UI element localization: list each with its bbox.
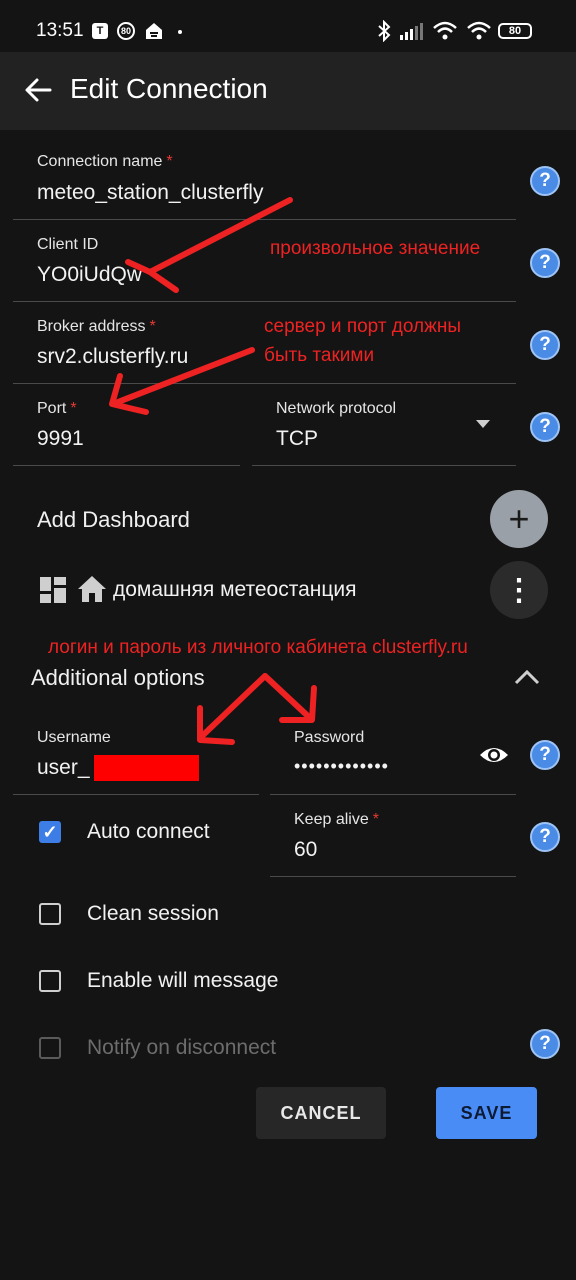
redaction-box — [94, 755, 199, 781]
dashboard-grid-icon — [40, 577, 66, 603]
broker-address-label: Broker address * — [37, 318, 156, 335]
wifi-icon-2 — [467, 21, 491, 40]
dashboard-item-label[interactable]: домашняя метеостанция — [113, 578, 357, 602]
port-label: Port * — [37, 400, 77, 417]
username-underline — [13, 794, 259, 795]
help-icon-broker[interactable]: ? — [530, 330, 560, 360]
network-protocol-label: Network protocol — [276, 400, 397, 417]
client-id-underline — [13, 301, 516, 302]
enable-will-label: Enable will message — [87, 969, 279, 992]
add-dashboard-label: Add Dashboard — [37, 507, 190, 532]
port-underline — [13, 465, 240, 466]
help-icon-notify[interactable]: ? — [530, 1029, 560, 1059]
add-dashboard-button[interactable]: + — [490, 490, 548, 548]
notification-badge-icon: 80 — [117, 22, 135, 40]
arrow-client-id — [147, 197, 293, 275]
home-icon — [78, 576, 106, 602]
dropdown-arrow-icon[interactable] — [475, 419, 491, 429]
clean-session-label: Clean session — [87, 902, 219, 925]
battery-icon: 80 — [498, 23, 532, 39]
client-id-label: Client ID — [37, 236, 99, 253]
broker-address-underline — [13, 383, 516, 384]
notify-disconnect-checkbox[interactable] — [39, 1037, 61, 1059]
save-button[interactable]: SAVE — [436, 1087, 537, 1139]
page-title: Edit Connection — [70, 73, 268, 104]
password-underline — [270, 794, 516, 795]
auto-connect-checkbox[interactable]: ✓ — [39, 821, 61, 843]
bluetooth-icon — [378, 20, 391, 42]
arrow-username — [197, 673, 268, 741]
keep-alive-label: Keep alive * — [294, 811, 379, 828]
password-label: Password — [294, 729, 365, 746]
status-time: 13:51 — [36, 20, 84, 41]
help-icon-credentials[interactable]: ? — [530, 740, 560, 770]
connection-name-label: Connection name * — [37, 153, 173, 170]
connection-name-underline — [13, 219, 516, 220]
notify-disconnect-label: Notify on disconnect — [87, 1036, 277, 1059]
keep-alive-underline — [270, 876, 516, 877]
home-wifi-icon — [146, 23, 162, 39]
cancel-button[interactable]: CANCEL — [256, 1087, 386, 1139]
wifi-icon — [433, 21, 457, 40]
help-icon-port[interactable]: ? — [530, 412, 560, 442]
back-arrow-icon[interactable] — [22, 72, 54, 108]
network-protocol-select[interactable]: TCP — [276, 427, 318, 451]
status-dot-icon — [178, 30, 182, 34]
annotation-broker-1: сервер и порт должны — [264, 316, 461, 337]
keep-alive-input[interactable]: 60 — [294, 838, 317, 862]
annotation-client-id: произвольное значение — [270, 238, 481, 259]
broker-address-input[interactable]: srv2.clusterfly.ru — [37, 345, 188, 369]
username-input[interactable]: user_ — [37, 756, 90, 780]
client-id-input[interactable]: YO0iUdQw — [37, 263, 142, 287]
connection-name-input[interactable]: meteo_station_clusterfly — [37, 181, 263, 205]
arrow-password — [262, 673, 313, 721]
help-icon-client-id[interactable]: ? — [530, 248, 560, 278]
auto-connect-label: Auto connect — [87, 820, 210, 843]
notification-icon: T — [92, 23, 108, 39]
signal-icon — [400, 23, 423, 40]
help-icon-keep-alive[interactable]: ? — [530, 822, 560, 852]
dashboard-more-button[interactable]: ⋮ — [490, 561, 548, 619]
additional-options-title: Additional options — [31, 665, 205, 690]
help-icon-connection-name[interactable]: ? — [530, 166, 560, 196]
annotation-credentials: логин и пароль из личного кабинета clust… — [48, 637, 468, 658]
password-input[interactable]: ••••••••••••• — [294, 756, 389, 777]
port-input[interactable]: 9991 — [37, 427, 84, 451]
annotation-broker-2: быть такими — [264, 345, 375, 366]
network-protocol-underline — [252, 465, 516, 466]
username-label: Username — [37, 729, 111, 746]
eye-icon[interactable] — [478, 741, 510, 769]
chevron-up-icon[interactable] — [513, 668, 541, 686]
enable-will-checkbox[interactable] — [39, 970, 61, 992]
clean-session-checkbox[interactable] — [39, 903, 61, 925]
